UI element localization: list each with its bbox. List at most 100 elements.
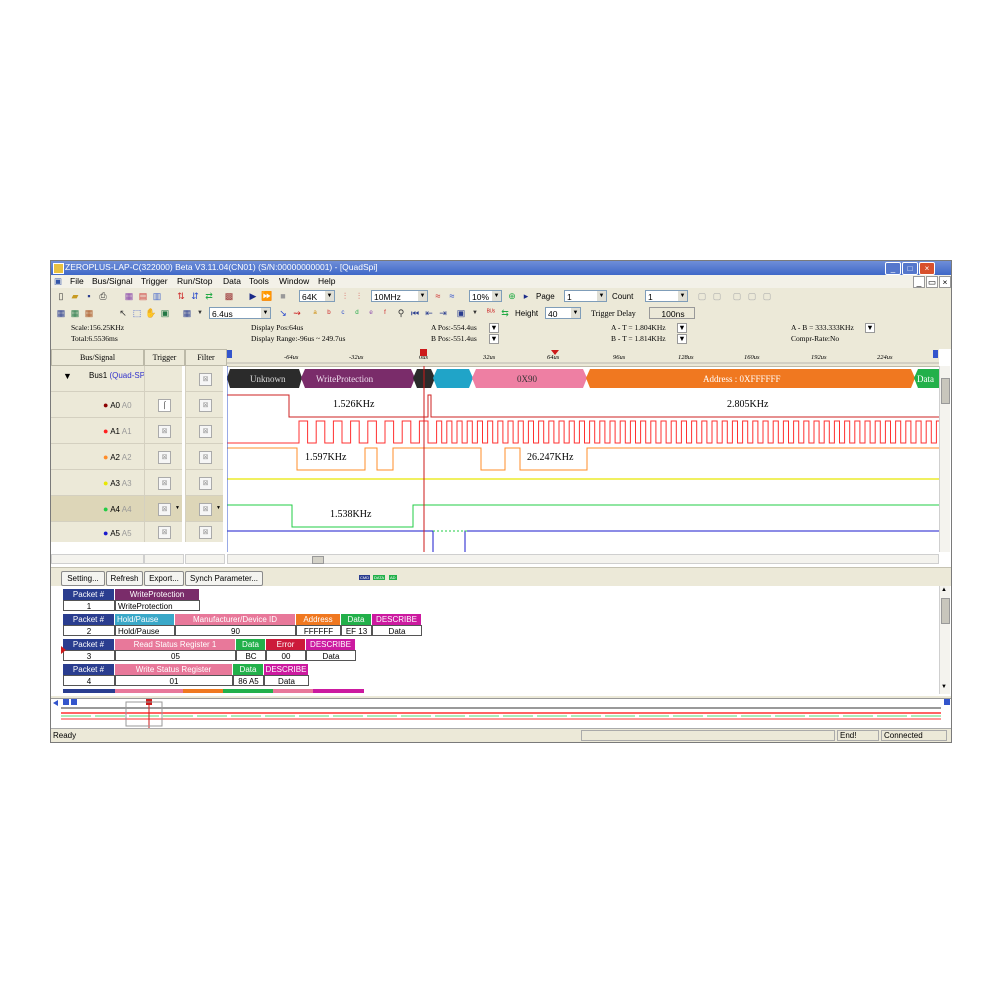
menu-tools[interactable]: Tools bbox=[249, 276, 269, 286]
trigger-cell[interactable]: ⊠ ▼ bbox=[144, 496, 182, 522]
chevron-down-icon[interactable]: ▼ bbox=[865, 323, 875, 333]
trigger-delay-input[interactable]: 100ns bbox=[649, 307, 695, 319]
filter-hscrollbar[interactable] bbox=[185, 554, 225, 564]
packet-vscrollbar[interactable]: ▲ ▼ bbox=[939, 586, 950, 694]
capture-icon[interactable]: ▣ bbox=[159, 307, 171, 319]
waveform-plot[interactable]: 1.526KHz 2.805KHz 1.597KHz 26.247KHz 1.5… bbox=[227, 366, 939, 552]
filter-checkbox[interactable]: ⊠ bbox=[199, 451, 212, 464]
trigger-checkbox[interactable]: ⊠ bbox=[158, 503, 171, 516]
packet-number[interactable]: 2 bbox=[63, 625, 115, 636]
channel-row-a4[interactable]: ● A4 A4 ⊠ ▼ ⊠ ▼ bbox=[51, 496, 227, 522]
cut-icon[interactable]: ▢ bbox=[731, 290, 743, 302]
packet-list[interactable]: Packet # WriteProtection 1 WriteProtecti… bbox=[51, 586, 951, 696]
undo-icon[interactable]: ▢ bbox=[761, 290, 773, 302]
channel-row-a3[interactable]: ● A3 A3 ⊠ ⊠ bbox=[51, 470, 227, 496]
trigger-settings-icon[interactable]: ▩ bbox=[223, 290, 235, 302]
filter-checkbox[interactable]: ⊠ bbox=[199, 526, 212, 539]
filter-cell[interactable]: ⊠ bbox=[185, 522, 223, 542]
menu-bus-signal[interactable]: Bus/Signal bbox=[92, 276, 133, 286]
bus-setup-icon[interactable]: ▦ bbox=[123, 290, 135, 302]
marker-a-icon[interactable]: ↘ bbox=[277, 307, 289, 319]
scroll-thumb[interactable] bbox=[312, 556, 324, 564]
hand-icon[interactable]: ✋ bbox=[145, 307, 157, 319]
filter-cell[interactable]: ⊠ bbox=[185, 470, 223, 496]
run-repeat-icon[interactable]: ⏩ bbox=[261, 290, 273, 302]
waveform-vscrollbar[interactable] bbox=[939, 366, 950, 552]
trigger-rise-icon[interactable]: ⇅ bbox=[175, 290, 187, 302]
filter-cell[interactable]: ⊠ bbox=[185, 366, 223, 392]
trigger-hscrollbar[interactable] bbox=[144, 554, 184, 564]
trigger-cell[interactable]: ⊠ bbox=[144, 444, 182, 470]
bus-e-icon[interactable]: ᵉ bbox=[365, 307, 377, 319]
value-describe[interactable]: Data bbox=[264, 675, 309, 686]
chevron-down-icon[interactable]: ▼ bbox=[677, 323, 687, 333]
page-select[interactable]: 1 ▼ bbox=[564, 290, 607, 302]
zoom-select-icon[interactable]: ⬚ bbox=[131, 307, 143, 319]
grid-icon[interactable]: ▦ bbox=[55, 307, 67, 319]
print-icon[interactable]: ⎙ bbox=[97, 290, 109, 302]
search-icon[interactable]: ⚲ bbox=[395, 307, 407, 319]
scroll-thumb[interactable] bbox=[941, 378, 950, 404]
channel-row-a1[interactable]: ● A1 A1 ⊠ ⊠ bbox=[51, 418, 227, 444]
menu-data[interactable]: Data bbox=[223, 276, 241, 286]
rising-edge-icon[interactable]: ⌠ bbox=[158, 399, 171, 412]
mdi-close-icon[interactable]: × bbox=[939, 276, 951, 288]
menu-trigger[interactable]: Trigger bbox=[141, 276, 168, 286]
filter-cell[interactable]: ⊠ bbox=[185, 392, 223, 418]
overview-strip[interactable] bbox=[51, 698, 951, 729]
table-icon[interactable]: ▦ bbox=[69, 307, 81, 319]
bus-f-icon[interactable]: ᶠ bbox=[379, 307, 391, 319]
zoom-select[interactable]: 6.4us ▼ bbox=[209, 307, 271, 319]
value-data[interactable]: EF 13 bbox=[341, 625, 372, 636]
trigger-cell[interactable]: ⊠ bbox=[144, 522, 182, 542]
menu-file[interactable]: File bbox=[70, 276, 84, 286]
double-icon[interactable]: ⫶ bbox=[353, 290, 365, 302]
filter-checkbox[interactable]: ⊠ bbox=[199, 399, 212, 412]
value-address[interactable]: FFFFFF bbox=[296, 625, 341, 636]
trigger-cell[interactable]: ⌠ bbox=[144, 392, 182, 418]
page-nav-icon[interactable]: ⊕ bbox=[506, 290, 518, 302]
scroll-up-icon[interactable]: ▲ bbox=[941, 587, 947, 593]
trigger-checkbox[interactable]: ⊠ bbox=[158, 451, 171, 464]
scroll-down-icon[interactable]: ▼ bbox=[941, 684, 947, 690]
value-read-status[interactable]: 05 bbox=[115, 650, 236, 661]
trigger-cell[interactable] bbox=[144, 366, 182, 392]
height-select[interactable]: 40 ▼ bbox=[545, 307, 581, 319]
chevron-down-icon[interactable]: ▼ bbox=[677, 334, 687, 344]
filter-checkbox[interactable]: ⊠ bbox=[199, 477, 212, 490]
goto-next-icon[interactable]: ⇥ bbox=[437, 307, 449, 319]
trigger-checkbox[interactable]: ⊠ bbox=[158, 477, 171, 490]
close-icon[interactable]: × bbox=[919, 262, 935, 275]
zoom-icon[interactable]: ▦ bbox=[181, 307, 193, 319]
filter-cell[interactable]: ⊠ bbox=[185, 444, 223, 470]
copy-icon[interactable]: ▢ bbox=[696, 290, 708, 302]
chevron-down-icon[interactable]: ▼ bbox=[216, 505, 221, 511]
filter-cell[interactable]: ⊠ ▼ bbox=[185, 496, 223, 522]
goto-start-icon[interactable]: ⏮ bbox=[409, 307, 421, 319]
menu-run-stop[interactable]: Run/Stop bbox=[177, 276, 212, 286]
ruler-icon[interactable]: ⇆ bbox=[499, 307, 511, 319]
maximize-icon[interactable]: □ bbox=[902, 262, 918, 275]
trigger-cell[interactable]: ⊠ bbox=[144, 470, 182, 496]
packet-number[interactable]: 3 bbox=[63, 650, 115, 661]
new-file-icon[interactable]: ▯ bbox=[55, 290, 67, 302]
chevron-down-icon[interactable]: ▼ bbox=[489, 323, 499, 333]
value-data[interactable]: 86 A5 bbox=[233, 675, 264, 686]
menu-window[interactable]: Window bbox=[279, 276, 309, 286]
settings-icon[interactable]: ▣ bbox=[455, 307, 467, 319]
open-folder-icon[interactable]: ▰ bbox=[69, 290, 81, 302]
trigger-cell[interactable]: ⊠ bbox=[144, 418, 182, 444]
trigger-checkbox[interactable]: ⊠ bbox=[158, 425, 171, 438]
bus-c-icon[interactable]: ᶜ bbox=[337, 307, 349, 319]
trigger-fall-icon[interactable]: ⇵ bbox=[189, 290, 201, 302]
channel-row-a5[interactable]: ● A5 A5 ⊠ ⊠ bbox=[51, 522, 227, 542]
export-button[interactable]: Export... bbox=[144, 571, 184, 586]
setting-button[interactable]: Setting... bbox=[61, 571, 105, 586]
filter-checkbox[interactable]: ⊠ bbox=[199, 425, 212, 438]
trigger-position-select[interactable]: 10% ▼ bbox=[469, 290, 502, 302]
memory-depth-select[interactable]: 64K ▼ bbox=[299, 290, 335, 302]
sample-rate-select[interactable]: 10MHz ▼ bbox=[371, 290, 428, 302]
value-data[interactable]: BC bbox=[236, 650, 266, 661]
waveform-hscrollbar[interactable] bbox=[227, 554, 939, 564]
filter-checkbox[interactable]: ⊠ bbox=[199, 373, 212, 386]
